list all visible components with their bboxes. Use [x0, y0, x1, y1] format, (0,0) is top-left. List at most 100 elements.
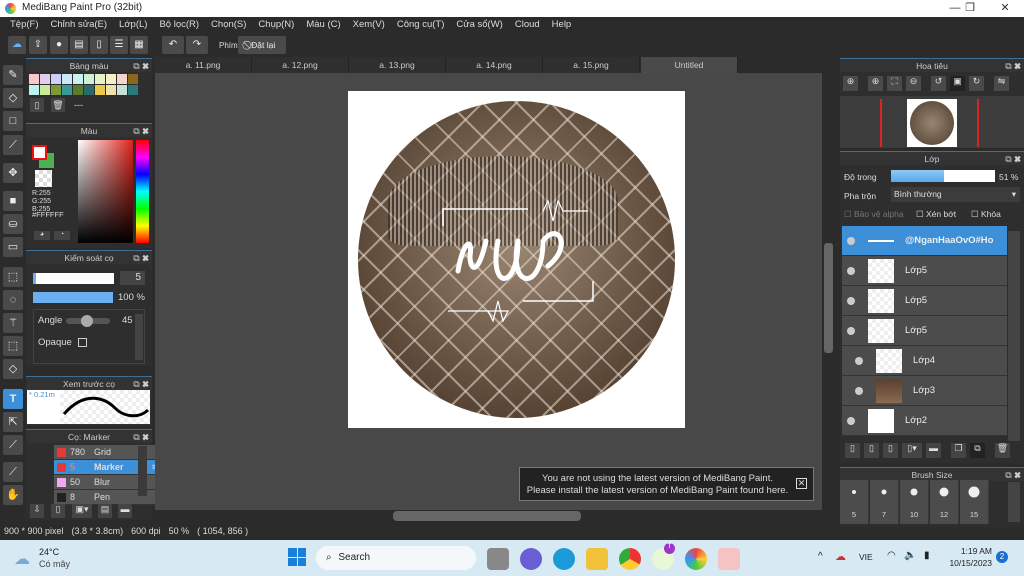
panel-close-icon[interactable]: ⧉ ✖ [133, 377, 149, 391]
menu-cloud[interactable]: Cloud [509, 17, 546, 33]
tab-untitled[interactable]: Untitled [641, 57, 738, 73]
menu-select[interactable]: Chọn(S) [205, 17, 252, 33]
clipping-checkbox[interactable]: ☐ Xén bớt [916, 209, 956, 220]
color-swatch[interactable] [51, 74, 61, 84]
redo-button[interactable]: ↷ [186, 36, 208, 54]
tab-a12[interactable]: a. 12.png [252, 57, 349, 73]
wifi-icon[interactable]: ◠ [887, 550, 896, 561]
layer-item[interactable]: @NganHaaOvO#Ho [842, 226, 1007, 256]
close-button[interactable]: ✕ [990, 0, 1020, 17]
tab-a15[interactable]: a. 15.png [543, 57, 640, 73]
flip-icon[interactable]: ⇋ [994, 76, 1009, 91]
canvas[interactable] [348, 91, 685, 428]
color-swatch[interactable] [84, 85, 94, 95]
color-swatch[interactable] [73, 74, 83, 84]
operation-tool-icon[interactable]: ⇱ [3, 412, 23, 432]
color-swatch[interactable] [40, 85, 50, 95]
reset-button[interactable]: ⃠ Đặt lại [238, 36, 286, 54]
color-mix-icon[interactable]: ◔ [54, 231, 70, 240]
properties-scrollbar[interactable] [135, 314, 143, 360]
menu-help[interactable]: Help [546, 17, 578, 33]
color-swatch[interactable] [128, 85, 138, 95]
teams-icon[interactable] [520, 548, 542, 570]
color-swatch[interactable] [117, 74, 127, 84]
brush-size-preset[interactable]: 15 [960, 480, 989, 524]
layer-item[interactable]: Lớp2 [842, 406, 1007, 436]
select-pen-tool-icon[interactable]: ⬚ [3, 336, 23, 356]
saturation-value-picker[interactable] [78, 140, 133, 243]
primary-color-swatch[interactable] [32, 145, 47, 160]
add-brush-menu-icon[interactable]: ▣▾ [72, 504, 92, 518]
protect-alpha-checkbox[interactable]: ☐ Bảo vệ alpha [844, 209, 904, 220]
panel-close-icon[interactable]: ⧉ ✖ [133, 124, 149, 138]
angle-slider-handle[interactable] [81, 315, 93, 327]
text-tool-icon[interactable]: T [3, 389, 23, 409]
brush-size-preset[interactable]: 7 [870, 480, 899, 524]
brush-size-preset[interactable]: 12 [930, 480, 959, 524]
clock-date[interactable]: 10/15/2023 [940, 558, 992, 568]
grid-settings-icon[interactable]: ▦ [130, 36, 148, 54]
add-layer-menu-icon[interactable]: ▯▾ [902, 443, 922, 458]
menu-file[interactable]: Tệp(F) [4, 17, 45, 33]
chrome-icon[interactable] [619, 548, 641, 570]
duplicate-layer-icon[interactable]: ❐ [951, 443, 966, 458]
menu-color[interactable]: Màu (C) [300, 17, 346, 33]
clock-time[interactable]: 1:19 AM [950, 546, 992, 556]
brush-list-scrollbar[interactable] [138, 446, 147, 496]
delete-layer-icon[interactable]: 🗑 [995, 443, 1010, 458]
eye-icon[interactable] [847, 417, 855, 425]
task-view-icon[interactable] [487, 548, 509, 570]
move-tool-icon[interactable]: ✥ [3, 163, 23, 183]
eye-icon[interactable] [847, 327, 855, 335]
layer-scrollbar[interactable] [1008, 231, 1020, 441]
select-eraser-tool-icon[interactable]: ◇ [3, 359, 23, 379]
taskbar-search[interactable]: ⌕ Search [316, 546, 476, 570]
rectangle-tool-icon[interactable]: □ [3, 111, 23, 131]
onedrive-icon[interactable]: ☁ [835, 550, 846, 563]
horizontal-scrollbar[interactable] [155, 510, 822, 522]
rotate-left-icon[interactable]: ↺ [931, 76, 946, 91]
reset-view-icon[interactable]: ▣ [950, 76, 965, 91]
color-swatch[interactable] [106, 74, 116, 84]
brush-size-preset[interactable]: 5 [840, 480, 869, 524]
maximize-button[interactable]: ❐ [955, 0, 985, 17]
color-swatch[interactable] [62, 85, 72, 95]
panel-close-icon[interactable]: ⧉ ✖ [1005, 59, 1021, 73]
line-tool-icon[interactable]: ⟋ [3, 135, 23, 155]
layer-item[interactable]: Lớp4 [842, 346, 1007, 376]
layer-item[interactable]: Lớp5 [842, 256, 1007, 286]
color-swatch[interactable] [128, 74, 138, 84]
menu-window[interactable]: Cửa sổ(W) [450, 17, 508, 33]
app-icon[interactable]: T [652, 543, 675, 570]
layer-item[interactable]: Lớp5 [842, 316, 1007, 346]
color-swatch[interactable] [73, 85, 83, 95]
eye-icon[interactable] [847, 237, 855, 245]
new-brush-icon[interactable]: ▯ [51, 504, 65, 518]
fill-rect-tool-icon[interactable]: ■ [3, 191, 23, 211]
panel-close-icon[interactable]: ⧉ ✖ [133, 59, 149, 73]
color-swatch[interactable] [95, 85, 105, 95]
comment-icon[interactable]: ● [50, 36, 68, 54]
medibang-taskbar-icon[interactable] [685, 548, 707, 570]
language-indicator[interactable]: VIE [859, 552, 873, 562]
undo-button[interactable]: ↶ [162, 36, 184, 54]
menu-tools[interactable]: Công cụ(T) [391, 17, 451, 33]
lasso-tool-icon[interactable]: ◌ [3, 290, 23, 310]
document-icon[interactable]: ▯ [90, 36, 108, 54]
eyedropper-tool-icon[interactable]: ⟋ [3, 462, 23, 482]
new-layer-icon[interactable]: ▯ [845, 443, 860, 458]
panel-close-icon[interactable]: ⧉ ✖ [1005, 152, 1021, 166]
new-8bit-layer-icon[interactable]: ▯ [864, 443, 879, 458]
edge-icon[interactable] [553, 548, 575, 570]
layer-item[interactable]: Lớp3 [842, 376, 1007, 406]
cloud-download-icon[interactable]: ⇩ [30, 504, 44, 518]
menu-edit[interactable]: Chỉnh sửa(E) [45, 17, 114, 33]
notification-badge[interactable]: 2 [996, 551, 1008, 563]
weather-text[interactable]: Có mây [39, 559, 70, 569]
weather-temp[interactable]: 24°C [39, 547, 59, 557]
new-1bit-layer-icon[interactable]: ▯ [883, 443, 898, 458]
merge-layer-icon[interactable]: ⧉ [970, 443, 985, 458]
file-explorer-icon[interactable] [586, 548, 608, 570]
brush-settings-icon[interactable]: ▤ [98, 504, 112, 518]
delete-palette-icon[interactable]: 🗑 [51, 98, 65, 112]
